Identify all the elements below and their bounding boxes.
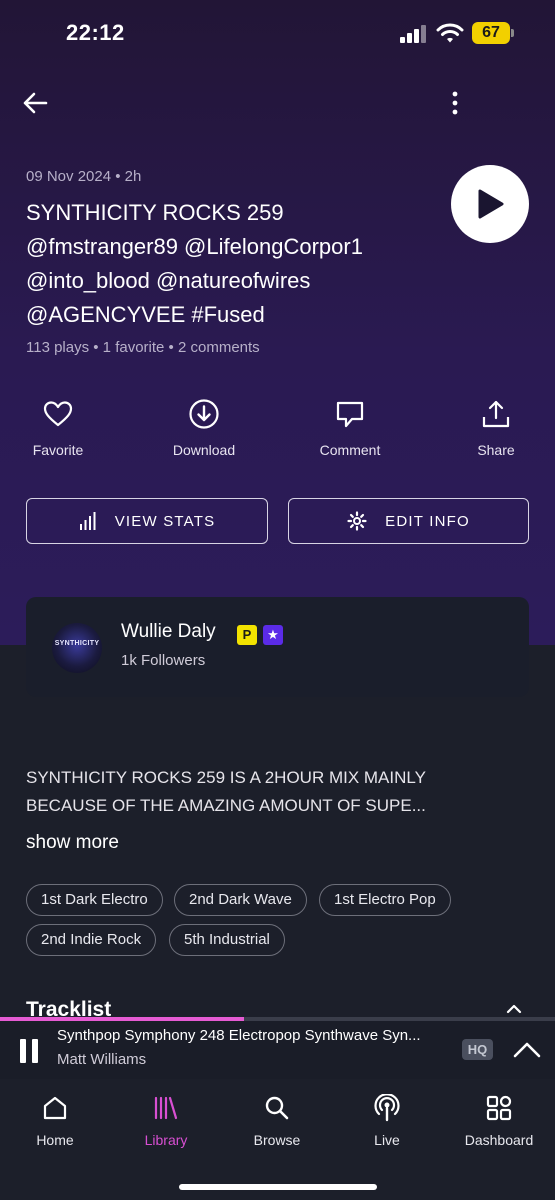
tag-chip[interactable]: 2nd Indie Rock <box>26 924 157 956</box>
tag-chip[interactable]: 2nd Dark Wave <box>174 884 307 916</box>
download-label: Download <box>172 442 236 458</box>
artist-followers: 1k Followers <box>121 652 206 669</box>
artist-card[interactable]: SYNTHICITY Wullie Daly P ★ 1k Followers <box>26 597 529 697</box>
favorite-label: Favorite <box>32 442 84 458</box>
star-badge: ★ <box>263 625 283 645</box>
home-indicator <box>179 1184 377 1190</box>
track-stats: 113 plays • 1 favorite • 2 comments <box>26 339 260 356</box>
live-icon <box>374 1094 400 1122</box>
nav-home[interactable]: Home <box>5 1093 105 1148</box>
nav-home-label: Home <box>36 1132 74 1148</box>
playback-progress-bar[interactable] <box>0 1017 555 1021</box>
tag-chip[interactable]: 1st Dark Electro <box>26 884 163 916</box>
battery-indicator: 67 <box>472 22 510 44</box>
playback-progress-fill <box>0 1017 245 1021</box>
download-button[interactable]: Download <box>149 396 259 458</box>
more-options-button[interactable] <box>438 86 472 120</box>
show-more-link[interactable]: show more <box>26 832 119 854</box>
now-playing-title: Synthpop Symphony 248 Electropop Synthwa… <box>57 1027 421 1044</box>
view-stats-label: VIEW STATS <box>114 512 216 530</box>
cellular-signal-icon <box>400 25 428 43</box>
share-label: Share <box>477 442 515 458</box>
hq-badge[interactable]: HQ <box>462 1039 493 1060</box>
expand-player-button[interactable] <box>512 1039 542 1061</box>
battery-nub <box>511 29 514 37</box>
mini-player[interactable]: Synthpop Symphony 248 Electropop Synthwa… <box>0 1017 555 1079</box>
bar-chart-icon <box>79 512 96 530</box>
share-icon <box>482 400 510 428</box>
arrow-left-icon <box>23 92 48 114</box>
dashboard-icon <box>486 1095 512 1121</box>
nav-dashboard[interactable]: Dashboard <box>449 1093 549 1148</box>
tag-chip[interactable]: 1st Electro Pop <box>319 884 451 916</box>
play-icon <box>478 189 504 219</box>
comment-label: Comment <box>319 442 381 458</box>
back-button[interactable] <box>18 86 52 120</box>
nav-library-label: Library <box>144 1132 188 1148</box>
nav-live[interactable]: Live <box>337 1093 437 1148</box>
nav-dashboard-label: Dashboard <box>464 1132 534 1148</box>
now-playing-artist: Matt Williams <box>57 1051 147 1068</box>
view-stats-button[interactable]: VIEW STATS <box>26 498 268 544</box>
bottom-navigation: Home Library Browse Live Dashboard <box>0 1079 555 1200</box>
description-text: SYNTHICITY ROCKS 259 IS A 2HOUR MIX MAIN… <box>26 768 426 815</box>
pause-button[interactable] <box>20 1039 38 1063</box>
nav-browse[interactable]: Browse <box>227 1093 327 1148</box>
comment-icon <box>336 401 364 428</box>
heart-icon <box>43 401 73 427</box>
share-button[interactable]: Share <box>441 396 551 458</box>
search-icon <box>265 1096 289 1120</box>
status-time: 22:12 <box>66 20 125 45</box>
avatar-logo-text: SYNTHICITY <box>54 640 100 647</box>
artist-name: Wullie Daly <box>121 621 216 642</box>
chevron-up-icon <box>506 1004 522 1013</box>
favorite-button[interactable]: Favorite <box>3 396 113 458</box>
gear-icon <box>347 511 367 531</box>
download-icon <box>189 399 219 429</box>
nav-live-label: Live <box>374 1132 400 1148</box>
library-icon <box>154 1096 178 1120</box>
track-title: SYNTHICITY ROCKS 259 @fmstranger89 @Life… <box>26 200 363 327</box>
nav-library[interactable]: Library <box>116 1093 216 1148</box>
edit-info-button[interactable]: EDIT INFO <box>288 498 529 544</box>
chevron-up-icon <box>513 1042 541 1058</box>
play-button[interactable] <box>451 165 529 243</box>
nav-browse-label: Browse <box>253 1132 301 1148</box>
wifi-icon <box>436 22 464 49</box>
tag-chip[interactable]: 5th Industrial <box>169 924 285 956</box>
more-vertical-icon <box>452 91 458 115</box>
artist-avatar: SYNTHICITY <box>52 623 102 673</box>
tracklist-toggle-button[interactable] <box>502 1000 526 1017</box>
edit-info-label: EDIT INFO <box>385 512 470 530</box>
comment-button[interactable]: Comment <box>295 396 405 458</box>
pro-badge: P <box>237 625 257 645</box>
home-icon <box>43 1096 67 1120</box>
upload-date: 09 Nov 2024 • 2h <box>26 168 142 185</box>
